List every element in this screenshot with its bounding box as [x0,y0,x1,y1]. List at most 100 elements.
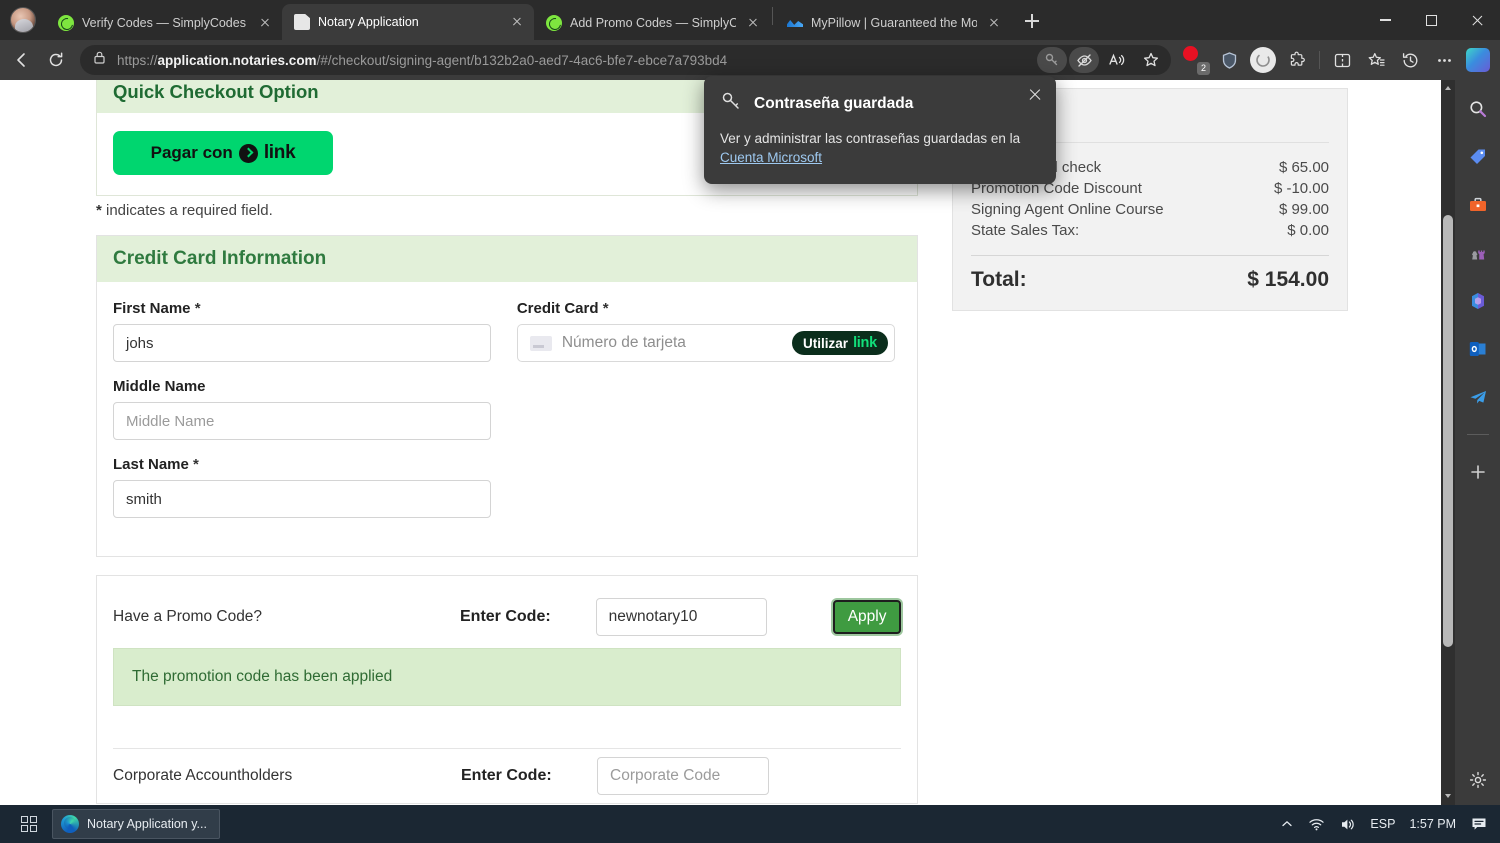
cart-item-amount: $ 0.00 [1287,222,1329,239]
page-viewport: Quick Checkout Option Pagar con link * i… [0,80,1455,805]
use-link-label: Utilizar [803,335,849,351]
promo-code-row: Have a Promo Code? Enter Code: newnotary… [113,594,901,640]
required-star: * [193,456,199,473]
middle-name-label-text: Middle Name [113,378,206,395]
corporate-code-row: Corporate Accountholders Enter Code: Cor… [113,749,901,803]
cart-total-row: Total: $ 154.00 [971,268,1329,292]
minimize-icon[interactable] [1362,0,1408,40]
add-favorite-icon[interactable] [1135,45,1167,75]
close-icon[interactable] [744,14,762,32]
pay-with-link-button[interactable]: Pagar con link [113,131,333,175]
wifi-icon[interactable] [1308,816,1325,833]
close-icon[interactable] [256,14,274,32]
start-button[interactable] [10,805,48,843]
first-name-input[interactable]: johs [113,324,491,362]
outlook-icon[interactable] [1463,334,1493,364]
lock-icon [92,50,107,70]
apply-promo-button[interactable]: Apply [833,600,901,634]
cart-total-amount: $ 154.00 [1247,268,1329,291]
tab-mypillow[interactable]: MyPillow | Guaranteed the Most [775,6,1011,40]
split-screen-icon[interactable] [1326,44,1358,76]
read-aloud-icon[interactable] [1101,45,1133,75]
tab-verify-codes[interactable]: Verify Codes — SimplyCodes [46,6,282,40]
mypillow-icon [787,15,803,31]
system-tray: ESP 1:57 PM [1280,815,1500,833]
required-field-note: * indicates a required field. [96,202,273,219]
address-bar[interactable]: https://application.notaries.com/#/check… [80,45,1171,75]
extensions-puzzle-icon[interactable] [1281,44,1313,76]
middle-name-field: Middle Name Middle Name [113,378,517,440]
first-name-field: First Name * johs [113,300,517,362]
middle-name-input[interactable]: Middle Name [113,402,491,440]
close-icon[interactable] [508,13,526,31]
games-chess-icon[interactable] [1463,238,1493,268]
extension-badge-count: 2 [1197,62,1210,75]
last-name-input[interactable]: smith [113,480,491,518]
tab-notary-application[interactable]: Notary Application [282,4,534,40]
tools-briefcase-icon[interactable] [1463,190,1493,220]
credit-card-icon [529,335,552,351]
show-hidden-icons-chevron-icon[interactable] [1280,817,1294,831]
simplycodes-extension-icon[interactable] [1247,44,1279,76]
profile-avatar-button[interactable] [0,0,46,40]
credit-card-number-input[interactable]: Número de tarjeta Utilizar link [516,324,895,362]
credit-card-label: Credit Card * [517,300,901,317]
tab-strip: Verify Codes — SimplyCodes Notary Applic… [0,0,1500,40]
copilot-icon[interactable] [1462,44,1494,76]
close-icon[interactable] [985,14,1003,32]
microsoft-365-icon[interactable] [1463,286,1493,316]
more-options-icon[interactable] [1428,44,1460,76]
tab-title: Add Promo Codes — SimplyCod [570,16,736,30]
add-sidebar-app-icon[interactable] [1463,457,1493,487]
back-icon[interactable] [6,44,38,76]
link-brand-label: link [853,335,877,351]
history-icon[interactable] [1394,44,1426,76]
close-icon[interactable] [1024,84,1046,106]
simplycodes-extension-badge-icon[interactable]: 2 [1179,44,1211,76]
toolbar-separator [1319,51,1320,69]
checkout-page-content: Quick Checkout Option Pagar con link * i… [0,80,1441,805]
scroll-down-icon[interactable] [1441,788,1455,805]
key-password-icon[interactable] [1037,47,1067,73]
start-icon [21,816,37,832]
language-indicator[interactable]: ESP [1370,817,1395,831]
scroll-up-icon[interactable] [1441,80,1455,97]
new-tab-icon[interactable] [1017,6,1047,36]
shield-icon[interactable] [1213,44,1245,76]
tracking-prevention-icon[interactable] [1069,47,1099,73]
browser-window: Verify Codes — SimplyCodes Notary Applic… [0,0,1500,843]
clock[interactable]: 1:57 PM [1409,817,1456,831]
search-icon[interactable] [1463,94,1493,124]
volume-icon[interactable] [1339,816,1356,833]
tab-add-promo-codes[interactable]: Add Promo Codes — SimplyCod [534,6,770,40]
telegram-send-icon[interactable] [1463,382,1493,412]
required-note-text: indicates a required field. [101,202,273,219]
cart-item-amount: $ 99.00 [1278,201,1329,218]
taskbar-item-notary-application[interactable]: Notary Application y... [52,809,220,839]
use-link-button[interactable]: Utilizar link [792,331,888,355]
favorites-icon[interactable] [1360,44,1392,76]
edge-sidebar [1455,80,1500,805]
sidebar-settings-gear-icon[interactable] [1463,765,1493,795]
window-close-icon[interactable] [1454,0,1500,40]
cart-item-amount: $ -10.00 [1273,180,1329,197]
scrollbar-thumb[interactable] [1443,215,1453,647]
promo-code-input[interactable]: newnotary10 [595,598,768,636]
corporate-code-input[interactable]: Corporate Code [597,757,769,795]
page-scrollbar[interactable] [1441,80,1455,805]
reload-icon[interactable] [40,44,72,76]
credit-card-label-text: Credit Card [516,300,599,317]
shopping-tag-icon[interactable] [1463,142,1493,172]
card-column: Credit Card * Número de tarjeta Utilizar… [516,300,901,534]
corporate-enter-code-label: Enter Code: [461,767,552,784]
windows-taskbar: Notary Application y... ESP 1:57 PM [0,805,1500,843]
window-controls [1362,0,1500,40]
maximize-icon[interactable] [1408,0,1454,40]
omnibox-actions [1037,45,1167,75]
notifications-icon[interactable] [1470,815,1488,833]
cart-total-label: Total: [971,268,1027,291]
sidebar-divider [1466,434,1489,435]
microsoft-account-link[interactable]: Cuenta Microsoft [720,150,822,165]
document-icon [294,14,310,30]
cart-line-item: State Sales Tax: $ 0.00 [971,220,1329,241]
